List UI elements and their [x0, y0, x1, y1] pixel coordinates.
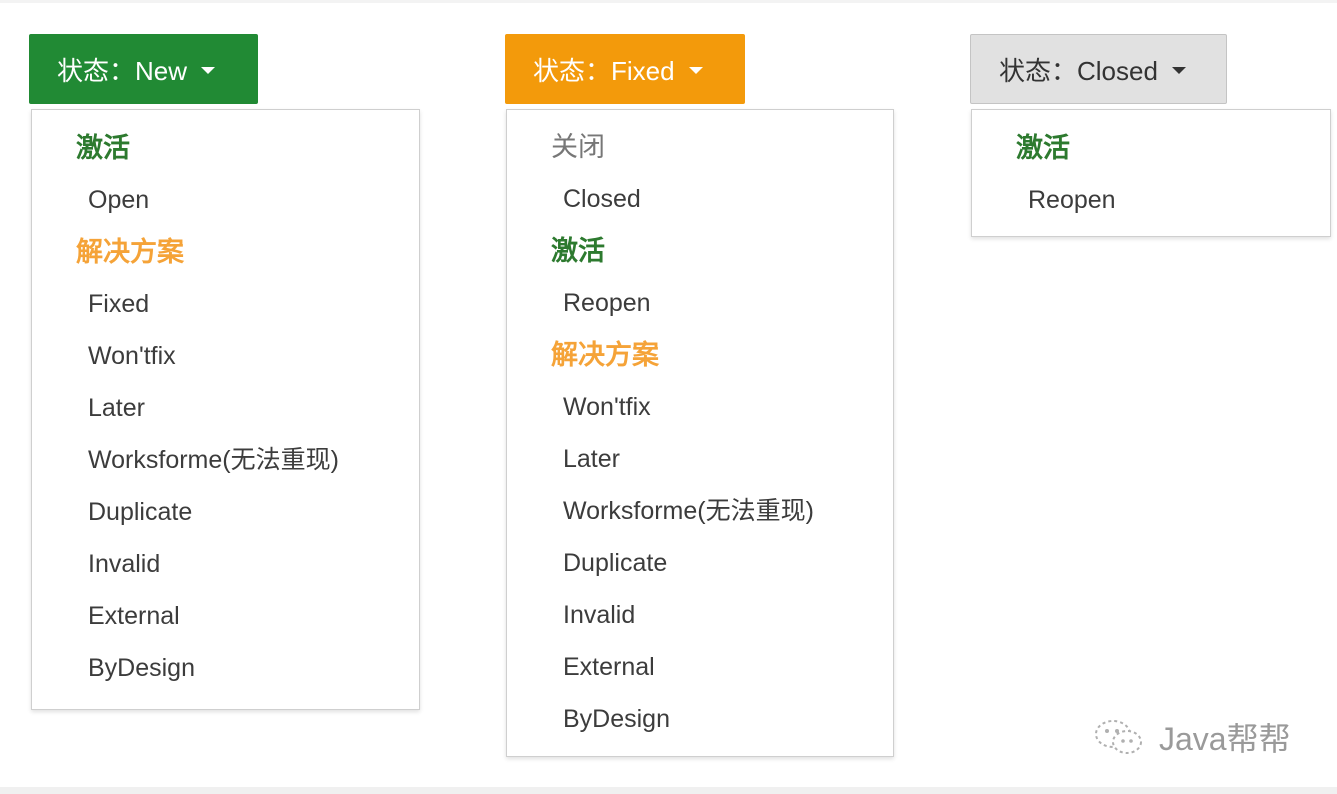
menu-item-closed[interactable]: Closed	[507, 177, 893, 221]
menu-item-invalid[interactable]: Invalid	[507, 593, 893, 637]
menu-item-external[interactable]: External	[32, 594, 419, 638]
wechat-icon	[1095, 720, 1142, 754]
bottom-divider	[0, 787, 1337, 794]
menu-item-open[interactable]: Open	[32, 178, 419, 222]
status-new-label: 状态：New	[57, 55, 188, 86]
menu-item-wontfix[interactable]: Won'tfix	[32, 334, 419, 378]
menu-item-reopen[interactable]: Reopen	[972, 178, 1330, 222]
menu-group-header: 激活	[76, 133, 130, 163]
caret-down-icon	[688, 67, 703, 74]
menu-item-duplicate[interactable]: Duplicate	[32, 490, 419, 534]
menu-item-wontfix[interactable]: Won'tfix	[507, 385, 893, 429]
menu-item-external[interactable]: External	[507, 645, 893, 689]
menu-group-header: 激活	[551, 236, 605, 266]
watermark: Java帮帮	[1093, 712, 1291, 762]
menu-item-later[interactable]: Later	[507, 437, 893, 481]
status-new-dropdown-menu: 激活 Open 解决方案 Fixed Won'tfix Later Worksforme(无…	[31, 109, 420, 710]
caret-down-icon	[201, 67, 216, 74]
menu-group-header: 激活	[1016, 133, 1070, 163]
top-divider	[0, 0, 1337, 3]
status-fixed-label: 状态：Fixed	[533, 55, 675, 86]
status-closed-button[interactable]: 状态：Closed	[970, 34, 1227, 104]
menu-group-header: 解决方案	[551, 340, 659, 370]
status-fixed-dropdown-menu: 关闭 Closed 激活 Reopen 解决方案 Won'tfix Later Worksfo…	[506, 109, 894, 757]
menu-group-header: 解决方案	[76, 237, 184, 267]
status-new-button[interactable]: 状态：New	[29, 34, 258, 104]
menu-item-later[interactable]: Later	[32, 386, 419, 430]
menu-item-duplicate[interactable]: Duplicate	[507, 541, 893, 585]
watermark-text: Java帮帮	[1159, 721, 1291, 757]
status-closed-dropdown-menu: 激活 Reopen	[971, 109, 1331, 237]
caret-down-icon	[1171, 67, 1186, 74]
status-closed-label: 状态：Closed	[999, 55, 1158, 86]
menu-item-reopen[interactable]: Reopen	[507, 281, 893, 325]
menu-item-invalid[interactable]: Invalid	[32, 542, 419, 586]
menu-item-worksforme[interactable]: Worksforme(无法重现)	[507, 489, 893, 533]
menu-item-bydesign[interactable]: ByDesign	[32, 646, 419, 690]
status-fixed-button[interactable]: 状态：Fixed	[505, 34, 745, 104]
menu-item-fixed[interactable]: Fixed	[32, 282, 419, 326]
menu-group-header: 关闭	[551, 132, 605, 162]
menu-item-worksforme[interactable]: Worksforme(无法重现)	[32, 438, 419, 482]
menu-item-bydesign[interactable]: ByDesign	[507, 697, 893, 741]
